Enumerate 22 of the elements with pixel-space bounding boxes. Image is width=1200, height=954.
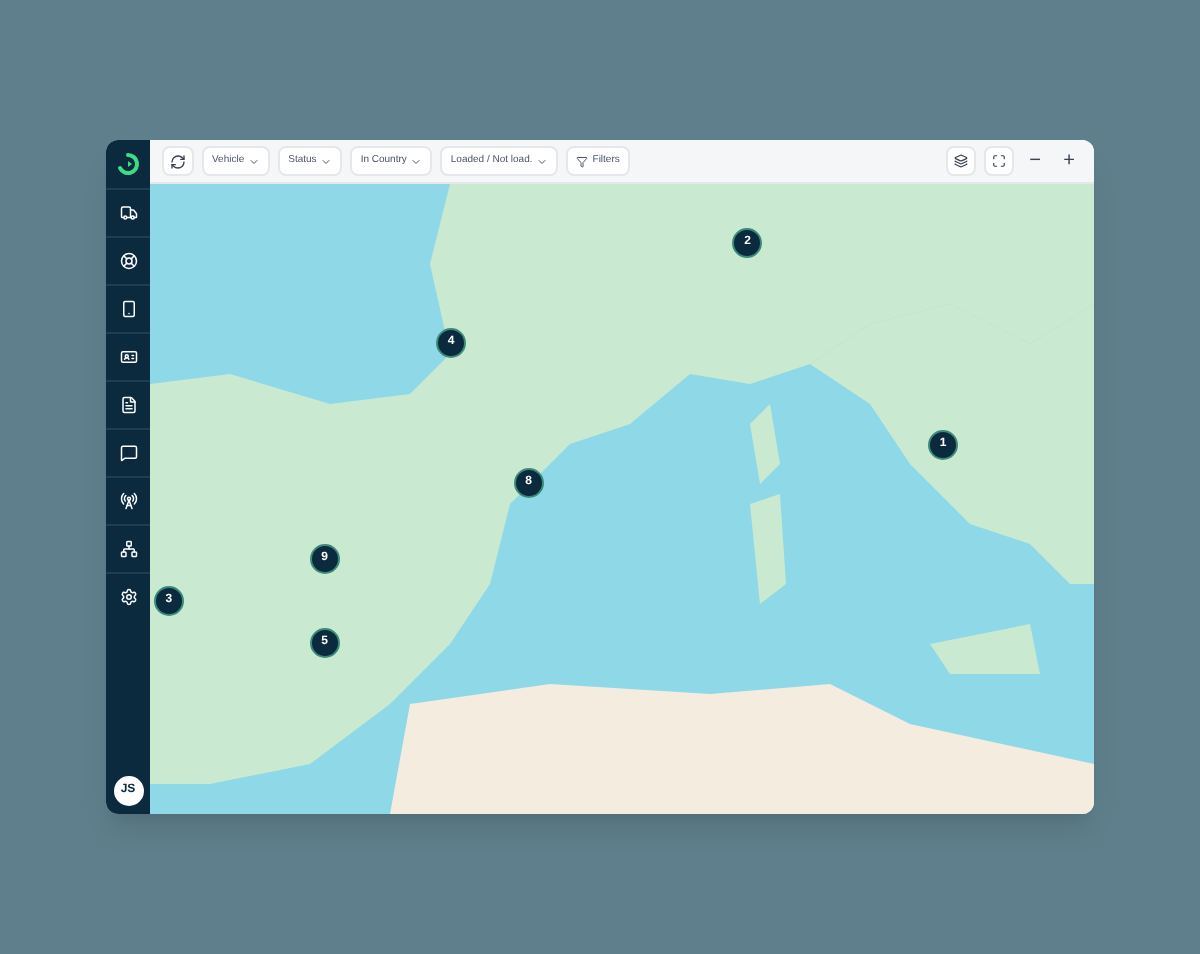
refresh-button[interactable]: [162, 146, 194, 176]
document-icon: [119, 396, 137, 414]
zoom-out-button[interactable]: −: [1022, 146, 1048, 176]
logo-icon: [116, 152, 140, 176]
network-icon: [119, 540, 137, 558]
caret-icon: [248, 155, 261, 167]
antenna-icon: [119, 492, 137, 510]
caret-icon: [410, 155, 423, 167]
refresh-icon: [170, 153, 186, 169]
layers-button[interactable]: [946, 146, 976, 176]
truck-icon: [119, 204, 137, 222]
fullscreen-button[interactable]: [984, 146, 1014, 176]
phone-icon: [119, 300, 137, 318]
layers-icon: [954, 154, 968, 168]
filter-icon: [576, 155, 589, 167]
caret-icon: [320, 155, 333, 167]
message-icon: [119, 444, 137, 462]
caret-icon: [536, 155, 549, 167]
settings-icon: [119, 588, 137, 606]
fullscreen-icon: [992, 154, 1006, 168]
zoom-in-button[interactable]: +: [1056, 146, 1082, 176]
id-card-icon: [119, 348, 137, 366]
